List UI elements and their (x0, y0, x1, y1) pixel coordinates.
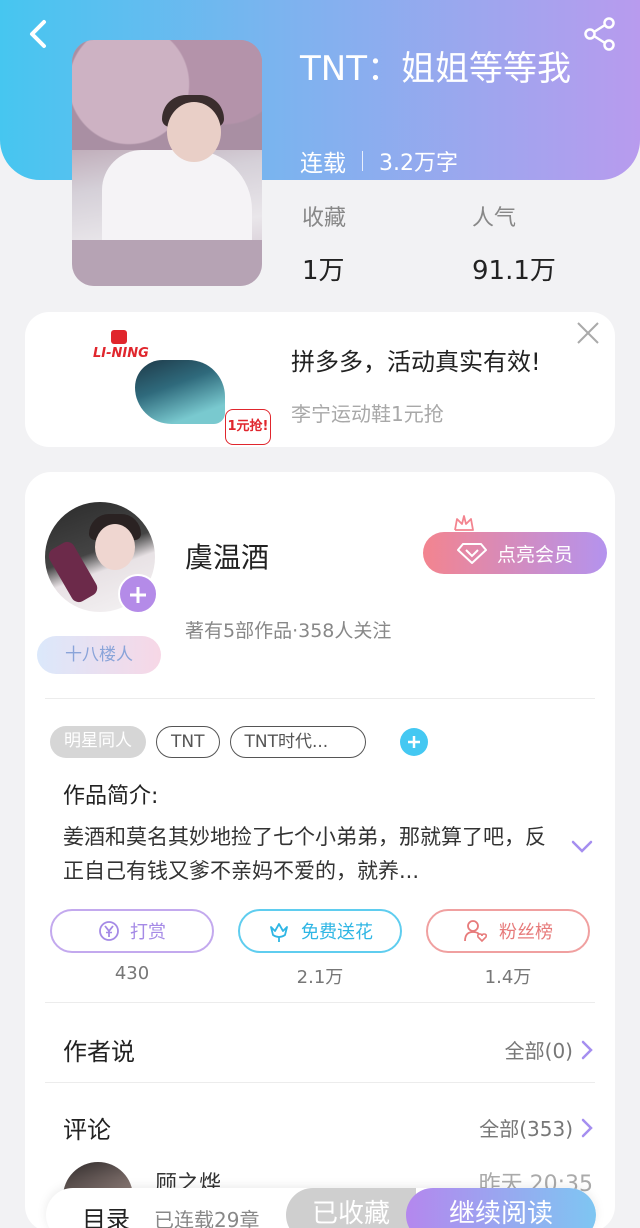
avatar-prop (45, 539, 101, 605)
flower-button[interactable]: 免费送花 (238, 909, 402, 953)
tip-count: 430 (114, 963, 150, 984)
book-title: TNT：姐姐等等我 (300, 49, 571, 89)
stat-label: 人气 (472, 206, 517, 231)
chevron-right-icon (581, 1118, 593, 1137)
comments-link[interactable]: 全部(353) (479, 1113, 593, 1142)
tag-list: 明星同人 TNT TNT时代... (50, 726, 428, 758)
bottom-action-bar: 目录 已连载29章 已收藏 继续阅读 (46, 1188, 596, 1228)
flower-icon (270, 923, 288, 942)
ad-image: LI-NING 1元抢! (55, 324, 280, 445)
divider (45, 698, 595, 699)
vip-label: 点亮会员 (496, 543, 573, 566)
brand-logo-icon (111, 330, 127, 344)
plus-icon (130, 587, 146, 603)
comments-row[interactable]: 评论 全部(353) (63, 1110, 593, 1145)
yen-icon (99, 921, 119, 941)
plus-icon (407, 736, 420, 748)
ad-subline: 李宁运动鞋1元抢 (291, 402, 444, 426)
shoe-image (135, 360, 225, 424)
action-buttons: 打赏 430 免费送花 2.1万 粉丝榜 1.4万 (50, 909, 590, 989)
chevron-left-icon (30, 20, 46, 48)
fan-icon (464, 920, 488, 943)
comments-heading: 评论 (63, 1116, 111, 1144)
ad-close-button[interactable] (575, 320, 601, 346)
tip-label: 打赏 (130, 922, 166, 943)
close-icon (577, 322, 599, 344)
intro-heading: 作品简介: (63, 784, 159, 809)
fans-label: 粉丝榜 (499, 922, 553, 943)
tag-chip[interactable]: TNT时代... (229, 726, 366, 758)
author-says-link[interactable]: 全部(0) (505, 1035, 593, 1064)
diamond-icon (456, 543, 487, 564)
tag-chip[interactable]: 明星同人 (50, 726, 146, 758)
avatar-face (95, 524, 135, 570)
crown-icon (454, 515, 474, 531)
author-says-count: 全部(0) (504, 1039, 573, 1063)
ad-headline: 拼多多，活动真实有效! (291, 348, 541, 376)
saved-button[interactable]: 已收藏 (286, 1188, 416, 1228)
cover-person (102, 150, 252, 250)
stat-value: 1万 (302, 256, 345, 286)
flower-label: 免费送花 (301, 922, 373, 943)
flower-count: 2.1万 (296, 967, 344, 988)
stat-favorites: 收藏 1万 (302, 200, 346, 287)
book-status: 连载 (300, 151, 346, 177)
stat-label: 收藏 (302, 206, 347, 231)
tip-action: 打赏 430 (50, 909, 214, 989)
chevron-right-icon (581, 1040, 593, 1059)
divider (45, 1082, 595, 1083)
fans-count: 1.4万 (484, 967, 532, 988)
divider (45, 1002, 595, 1003)
cover-sheet (72, 240, 262, 286)
cover-head (167, 102, 221, 162)
stat-popularity: 人气 91.1万 (472, 200, 556, 287)
continue-reading-button[interactable]: 继续阅读 (406, 1188, 596, 1228)
author-says-row[interactable]: 作者说 全部(0) (63, 1032, 593, 1067)
add-tag-button[interactable] (399, 728, 428, 756)
author-meta: 著有5部作品·358人关注 (185, 620, 392, 642)
tip-button[interactable]: 打赏 (50, 909, 214, 953)
ad-price-tag: 1元抢! (225, 409, 271, 445)
vip-button[interactable]: 点亮会员 (423, 532, 607, 574)
toc-button[interactable]: 目录 (82, 1200, 130, 1228)
book-meta: 连载 3.2万字 (300, 144, 458, 178)
tag-chip[interactable]: TNT (156, 726, 220, 758)
author-says-heading: 作者说 (63, 1038, 135, 1066)
comments-count: 全部(353) (479, 1117, 573, 1141)
meta-divider (362, 151, 363, 171)
stat-value: 91.1万 (472, 256, 556, 286)
flower-action: 免费送花 2.1万 (238, 909, 402, 989)
fans-action: 粉丝榜 1.4万 (426, 909, 590, 989)
back-button[interactable] (20, 14, 56, 54)
book-word-count: 3.2万字 (379, 151, 458, 176)
follow-author-button[interactable] (118, 574, 158, 614)
ad-brand: LI-NING (93, 346, 149, 361)
author-level-badge: 十八楼人 (37, 636, 161, 674)
ad-banner[interactable]: LI-NING 1元抢! 拼多多，活动真实有效! 李宁运动鞋1元抢 (25, 312, 615, 447)
chevron-down-icon[interactable] (571, 840, 593, 854)
fans-button[interactable]: 粉丝榜 (426, 909, 590, 953)
chapter-count: 已连载29章 (154, 1208, 260, 1228)
author-name[interactable]: 虞温酒 (185, 536, 269, 576)
intro-text: 姜酒和莫名其妙地捡了七个小弟弟，那就算了吧，反正自己有钱又爹不亲妈不爱的，就养.… (63, 825, 546, 883)
book-detail-card: 十八楼人 虞温酒 著有5部作品·358人关注 点亮会员 明星同人 TNT TNT… (25, 472, 615, 1228)
book-cover[interactable] (72, 40, 262, 286)
